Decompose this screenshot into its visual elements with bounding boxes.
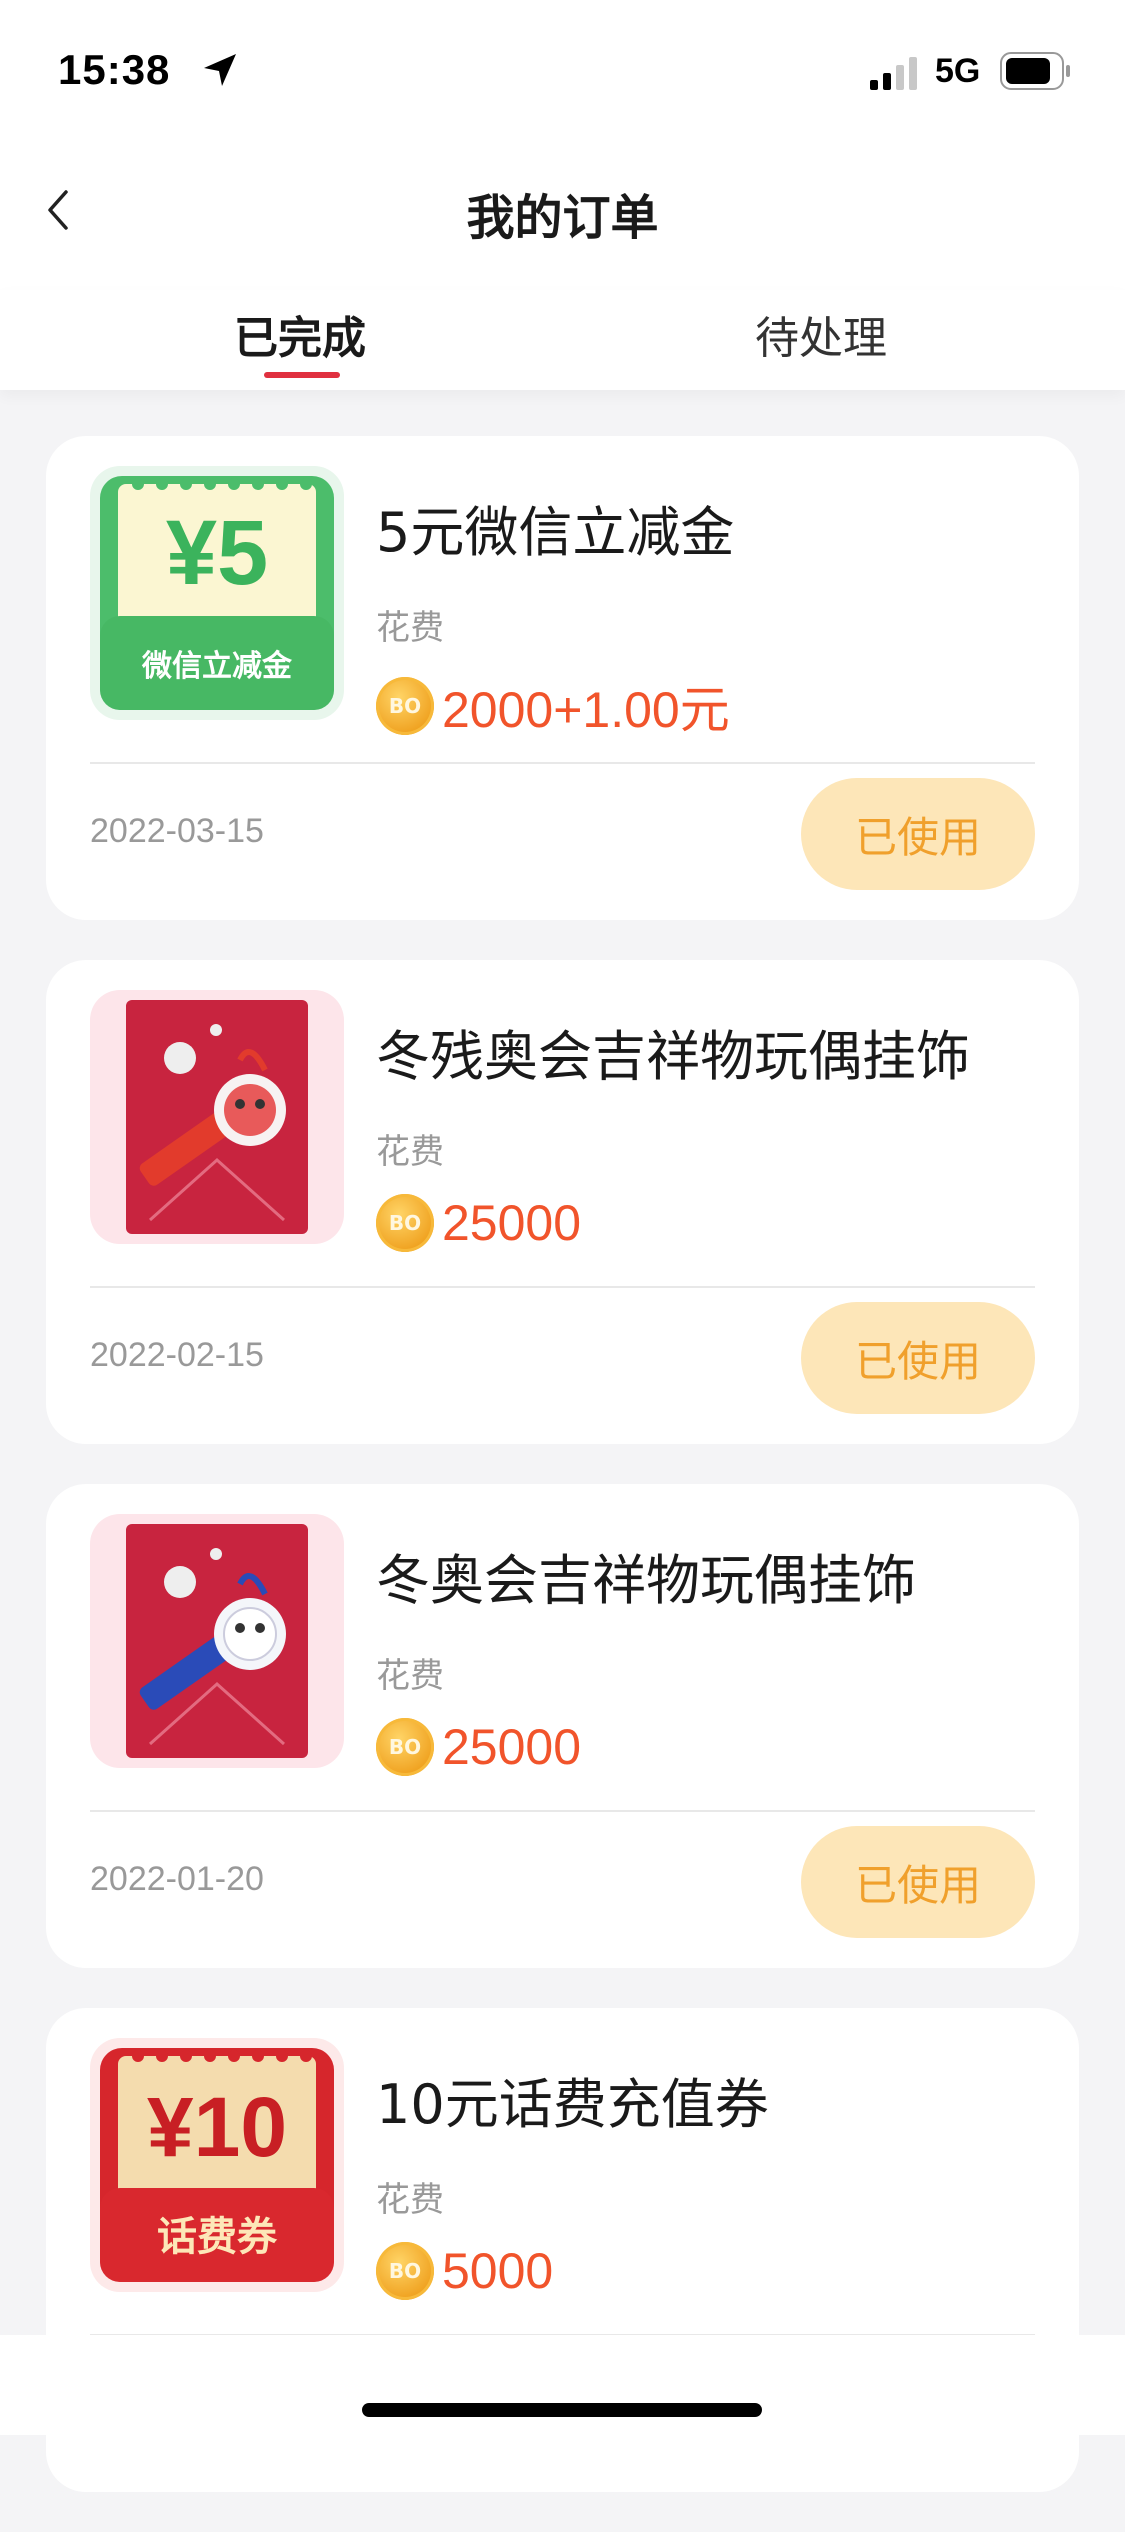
tab-completed[interactable]: 已完成 — [234, 302, 366, 366]
price-value: 25000 — [442, 1719, 582, 1775]
order-card[interactable]: ¥5 微信立减金 5元微信立减金 花费 BO 2000+1.00元 2022-0… — [46, 436, 1079, 920]
order-date: 2022-03-15 — [90, 812, 264, 850]
phone-voucher-image: ¥10 话费券 — [100, 2048, 334, 2282]
home-indicator[interactable] — [362, 2403, 762, 2417]
order-title: 10元话费充值券 — [376, 2073, 769, 2136]
order-title: 冬奥会吉祥物玩偶挂饰 — [376, 1549, 916, 1612]
divider — [90, 1810, 1035, 1812]
tab-pending[interactable]: 待处理 — [755, 302, 887, 366]
price-row: BO 5000 — [376, 2242, 553, 2300]
tab-active-indicator — [264, 372, 340, 378]
status-bar: 15:38 5G — [0, 0, 1125, 140]
price-row: BO 25000 — [376, 1194, 581, 1252]
status-button-used[interactable]: 已使用 — [801, 778, 1035, 890]
order-date: 2022-02-15 — [90, 1336, 264, 1374]
product-image: ¥5 微信立减金 — [90, 466, 344, 720]
status-button-used[interactable]: 已使用 — [801, 1826, 1035, 1938]
coin-icon: BO — [376, 677, 434, 735]
status-button-used[interactable]: 已使用 — [801, 1302, 1035, 1414]
price-row: BO 2000+1.00元 — [376, 670, 730, 742]
order-title: 冬残奥会吉祥物玩偶挂饰 — [376, 1025, 970, 1088]
order-title: 5元微信立减金 — [376, 501, 735, 564]
price-value: 25000 — [442, 1195, 582, 1251]
location-arrow-icon — [204, 54, 236, 86]
order-card[interactable]: 冬奥会吉祥物玩偶挂饰 花费 BO 25000 2022-01-20 已使用 — [46, 1484, 1079, 1968]
cost-label: 花费 — [376, 2180, 444, 2220]
price-row: BO 25000 — [376, 1718, 581, 1776]
product-image: ¥10 话费券 — [90, 2038, 344, 2292]
wechat-voucher-image: ¥5 微信立减金 — [100, 476, 334, 710]
tab-bar: 已完成 待处理 — [0, 290, 1125, 390]
status-time: 15:38 — [58, 46, 171, 93]
price-value: 5000 — [442, 2243, 554, 2299]
svg-text:¥10: ¥10 — [147, 2080, 287, 2174]
cost-label: 花费 — [376, 608, 444, 648]
mascot-keychain-image — [126, 1000, 308, 1234]
divider — [90, 1286, 1035, 1288]
battery-icon — [1000, 52, 1070, 90]
order-list: ¥5 微信立减金 5元微信立减金 花费 BO 2000+1.00元 2022-0… — [46, 436, 1079, 2532]
divider — [90, 762, 1035, 764]
nav-bar: 我的订单 — [0, 140, 1125, 290]
product-image — [90, 990, 344, 1244]
mascot-keychain-image — [126, 1524, 308, 1758]
cost-label: 花费 — [376, 1656, 444, 1696]
coin-icon: BO — [376, 1194, 434, 1252]
product-image — [90, 1514, 344, 1768]
svg-text:¥5: ¥5 — [166, 502, 268, 604]
order-date: 2022-01-20 — [90, 1860, 264, 1898]
cost-label: 花费 — [376, 1132, 444, 1172]
signal-icon — [870, 57, 917, 90]
svg-text:微信立减金: 微信立减金 — [141, 649, 293, 684]
price-value: 2000+1.00元 — [442, 682, 730, 738]
home-indicator-area — [0, 2335, 1125, 2435]
svg-text:话费券: 话费券 — [157, 2214, 278, 2260]
network-label: 5G — [935, 52, 981, 90]
coin-icon: BO — [376, 1718, 434, 1776]
coin-icon: BO — [376, 2242, 434, 2300]
page-title: 我的订单 — [466, 190, 659, 246]
order-card[interactable]: 冬残奥会吉祥物玩偶挂饰 花费 BO 25000 2022-02-15 已使用 — [46, 960, 1079, 1444]
